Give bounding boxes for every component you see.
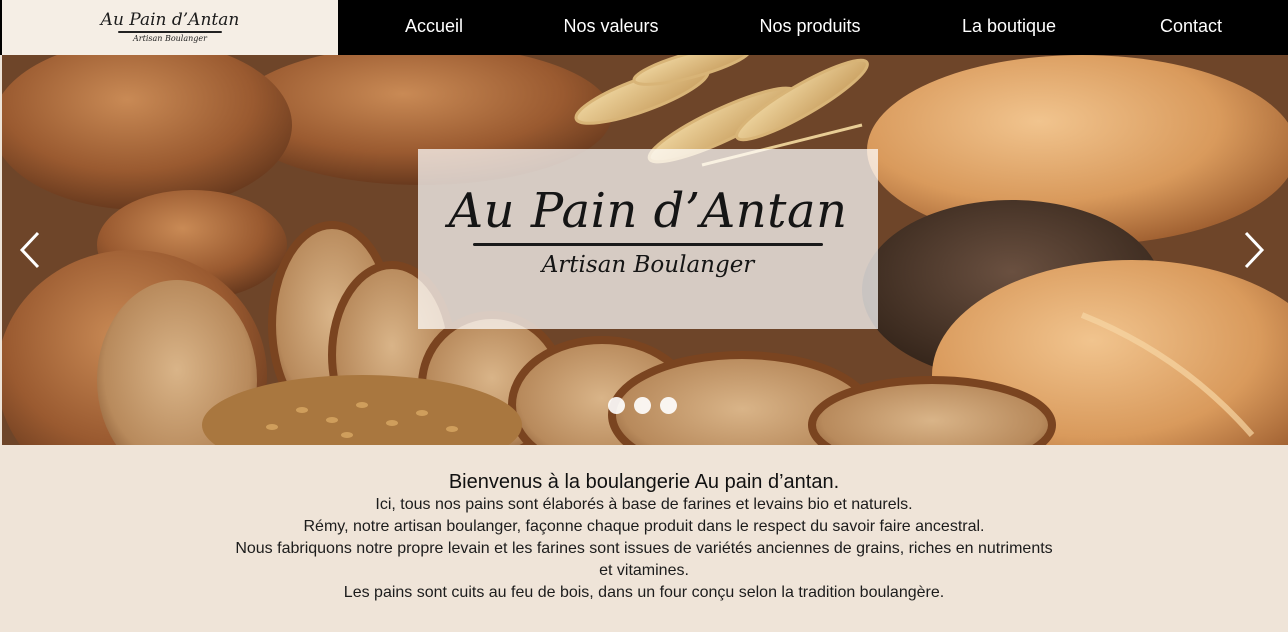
welcome-line-1: Ici, tous nos pains sont élaborés à base… bbox=[375, 496, 913, 513]
welcome-title: Bienvenus à la boulangerie Au pain d’ant… bbox=[448, 471, 840, 493]
hero-title: Au Pain d’Antan bbox=[448, 183, 848, 239]
hero-title-box: Au Pain d’Antan Artisan Boulanger bbox=[418, 149, 878, 329]
logo-subtitle: Artisan Boulanger bbox=[133, 34, 207, 43]
logo-underline bbox=[118, 31, 222, 33]
hero-title-underline bbox=[473, 243, 823, 246]
logo[interactable]: Au Pain d’Antan Artisan Boulanger bbox=[2, 0, 338, 55]
chevron-left-icon[interactable] bbox=[16, 225, 46, 275]
logo-title: Au Pain d’Antan bbox=[100, 10, 240, 30]
hero-subtitle: Artisan Boulanger bbox=[541, 252, 755, 278]
welcome-line-4: Les pains sont cuits au feu de bois, dan… bbox=[343, 584, 945, 601]
nav-item-la-boutique[interactable]: La boutique bbox=[946, 0, 1072, 55]
nav-item-accueil[interactable]: Accueil bbox=[384, 0, 484, 55]
slider-dots bbox=[608, 397, 677, 414]
nav-item-contact[interactable]: Contact bbox=[1144, 0, 1238, 55]
site-header: Au Pain d’Antan Artisan Boulanger Accuei… bbox=[0, 0, 1288, 55]
welcome-line-3: Nous fabriquons notre propre levain et l… bbox=[235, 540, 1053, 579]
slider-dot-3[interactable] bbox=[660, 397, 677, 414]
nav-item-nos-valeurs[interactable]: Nos valeurs bbox=[548, 0, 674, 55]
welcome-text: Ici, tous nos pains sont élaborés à base… bbox=[234, 494, 1054, 604]
slider-dot-1[interactable] bbox=[608, 397, 625, 414]
welcome-line-2: Rémy, notre artisan boulanger, façonne c… bbox=[303, 518, 985, 535]
slider-dot-2[interactable] bbox=[634, 397, 651, 414]
hero-slider: Au Pain d’Antan Artisan Boulanger bbox=[2, 55, 1288, 445]
main-nav: Accueil Nos valeurs Nos produits La bout… bbox=[338, 0, 1288, 55]
chevron-right-icon[interactable] bbox=[1238, 225, 1268, 275]
nav-item-nos-produits[interactable]: Nos produits bbox=[742, 0, 878, 55]
welcome-section: Bienvenus à la boulangerie Au pain d’ant… bbox=[0, 445, 1288, 632]
